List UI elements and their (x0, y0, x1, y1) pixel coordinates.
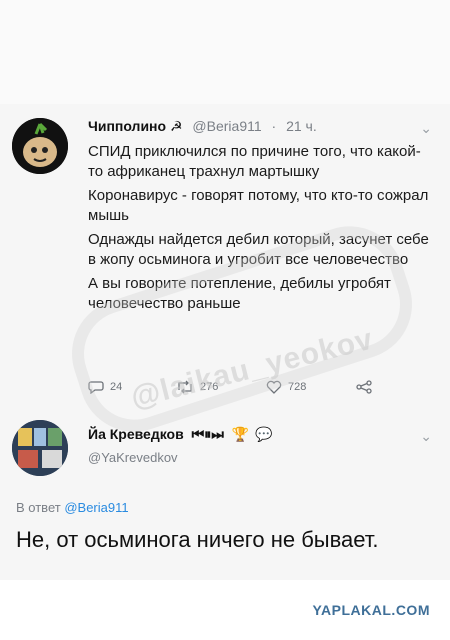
trophy-icon: 🏆 (231, 426, 250, 442)
tweet-paragraph: Однажды найдется дебил который, засунет … (88, 231, 429, 268)
reply-icon (88, 381, 104, 394)
separator-dot: · (271, 118, 277, 134)
tweet-header: Йа Креведков ⏮⏸⏭ 🏆 💬 (88, 426, 272, 443)
tweet-paragraph: А вы говорите потепление, дебилы угробят… (88, 275, 391, 312)
chevron-down-icon[interactable]: ⌄ (420, 120, 432, 137)
tweet-1[interactable]: Чипполино ☭ @Beria911 · 21 ч. ⌄ СПИД при… (0, 104, 450, 409)
reply-action[interactable]: 24 (88, 380, 122, 394)
author-name[interactable]: Чипполино (88, 118, 166, 134)
tweet-actions: 24 276 728 (88, 380, 388, 400)
reply-text: Не, от осьминога ничего не бывает. (16, 527, 379, 552)
avatar[interactable] (12, 420, 68, 476)
photo-avatar-icon (12, 420, 68, 476)
retweet-count: 276 (200, 381, 219, 393)
top-blank-area (0, 0, 450, 104)
hammer-sickle-icon: ☭ (169, 118, 183, 134)
heart-icon (266, 380, 282, 394)
share-icon (356, 380, 372, 394)
like-count: 728 (288, 381, 307, 393)
author-handle[interactable]: @YaKrevedkov (88, 450, 178, 465)
music-controls-icon: ⏮⏸⏭ (191, 426, 224, 442)
speech-bubble-icon: 💬 (255, 426, 273, 442)
share-action[interactable] (356, 380, 372, 394)
tweet-header: Чипполино ☭ @Beria911 · 21 ч. (88, 118, 317, 135)
retweet-icon (178, 380, 192, 394)
reply-to-link[interactable]: @Beria911 (64, 500, 128, 515)
tweet-paragraph: Коронавирус - говорят потому, что кто-то… (88, 187, 429, 224)
tweet-text: СПИД приключился по причине того, что ка… (88, 142, 433, 318)
tweet-2-reply[interactable]: Йа Креведков ⏮⏸⏭ 🏆 💬 @YaKrevedkov ⌄ В от… (0, 408, 450, 580)
chevron-down-icon[interactable]: ⌄ (420, 428, 432, 445)
reply-count: 24 (110, 381, 123, 393)
avatar[interactable] (12, 118, 68, 174)
reply-prefix: В ответ (16, 500, 61, 515)
site-watermark: YAPLAKAL.COM (312, 602, 430, 618)
retweet-action[interactable]: 276 (176, 380, 218, 394)
like-action[interactable]: 728 (266, 380, 306, 394)
reply-context: В ответ @Beria911 (16, 500, 129, 515)
author-name[interactable]: Йа Креведков (88, 426, 184, 442)
timestamp[interactable]: 21 ч. (286, 118, 317, 134)
author-handle[interactable]: @Beria911 (192, 118, 261, 134)
tweet-paragraph: СПИД приключился по причине того, что ка… (88, 143, 421, 180)
onion-avatar-icon (12, 118, 68, 174)
